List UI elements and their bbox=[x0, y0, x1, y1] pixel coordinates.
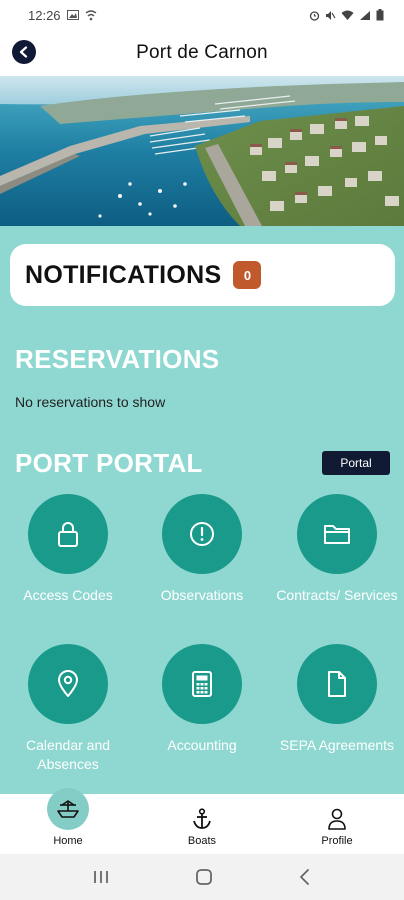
tile-circle bbox=[162, 494, 242, 574]
reservations-title: RESERVATIONS bbox=[15, 344, 220, 374]
tile-contracts-services[interactable]: Contracts/ Services bbox=[272, 494, 402, 605]
status-right bbox=[309, 9, 384, 21]
alert-circle-icon bbox=[190, 522, 214, 546]
mute-icon bbox=[326, 10, 336, 20]
alarm-icon bbox=[309, 10, 320, 21]
tile-calendar-absences[interactable]: Calendar and Absences bbox=[3, 644, 133, 774]
wifi-icon bbox=[341, 10, 354, 20]
app-header: Port de Carnon bbox=[0, 30, 404, 76]
lock-icon bbox=[58, 522, 78, 547]
tile-label: Accounting bbox=[167, 737, 237, 753]
tile-accounting[interactable]: Accounting bbox=[137, 644, 267, 755]
chevron-left-icon bbox=[19, 46, 28, 58]
boat-home-icon bbox=[57, 800, 79, 818]
back-system-icon[interactable] bbox=[298, 868, 312, 886]
main-content: NOTIFICATIONS 0 RESERVATIONS No reservat… bbox=[0, 226, 404, 794]
anchor-icon bbox=[193, 808, 211, 829]
harbour-photo bbox=[0, 76, 404, 226]
calculator-icon bbox=[192, 671, 212, 697]
tile-label: SEPA Agreements bbox=[279, 737, 395, 753]
tile-label: Observations bbox=[160, 587, 244, 603]
tile-sepa-agreements[interactable]: SEPA Agreements bbox=[272, 644, 402, 755]
nav-icon-wrap bbox=[190, 807, 214, 831]
tile-circle bbox=[297, 494, 377, 574]
document-icon bbox=[328, 671, 346, 697]
status-left: 12:26 bbox=[28, 8, 97, 23]
wifi-call-icon bbox=[85, 9, 96, 20]
folder-icon bbox=[324, 525, 350, 544]
tile-circle bbox=[297, 644, 377, 724]
portal-button[interactable]: Portal bbox=[322, 451, 390, 475]
nav-label-home: Home bbox=[53, 835, 83, 847]
battery-icon bbox=[376, 9, 384, 21]
system-nav-bar bbox=[0, 854, 404, 900]
notifications-title: NOTIFICATIONS bbox=[25, 260, 222, 289]
tile-access-codes[interactable]: Access Codes bbox=[3, 494, 133, 605]
reservations-empty-text: No reservations to show bbox=[15, 394, 166, 410]
nav-icon-wrap bbox=[325, 807, 349, 831]
port-portal-title: PORT PORTAL bbox=[15, 448, 203, 478]
notifications-card[interactable]: NOTIFICATIONS 0 bbox=[10, 244, 395, 306]
tile-label: Access Codes bbox=[23, 587, 113, 603]
bottom-nav: Home Boats Profile bbox=[0, 788, 404, 854]
nav-active-indicator bbox=[47, 788, 89, 830]
tile-circle bbox=[28, 644, 108, 724]
home-system-icon[interactable] bbox=[195, 868, 213, 886]
map-pin-icon bbox=[58, 670, 78, 697]
tile-circle bbox=[28, 494, 108, 574]
tile-label: Calendar and Absences bbox=[25, 737, 111, 772]
tile-label: Contracts/ Services bbox=[276, 587, 398, 603]
status-time: 12:26 bbox=[28, 7, 61, 23]
image-notification-icon bbox=[66, 10, 79, 20]
nav-item-boats[interactable]: Boats bbox=[162, 794, 242, 854]
back-button[interactable] bbox=[12, 40, 36, 64]
nav-item-profile[interactable]: Profile bbox=[297, 794, 377, 854]
nav-item-home[interactable]: Home bbox=[28, 788, 108, 854]
nav-label-boats: Boats bbox=[187, 835, 217, 847]
page-title: Port de Carnon bbox=[136, 42, 268, 63]
signal-icon bbox=[360, 10, 370, 20]
notifications-count-badge: 0 bbox=[233, 261, 262, 289]
tile-circle bbox=[162, 644, 242, 724]
status-bar: 12:26 bbox=[0, 0, 404, 30]
user-icon bbox=[328, 808, 346, 830]
nav-label-profile: Profile bbox=[321, 835, 353, 847]
recent-apps-icon[interactable] bbox=[92, 869, 110, 885]
tile-observations[interactable]: Observations bbox=[137, 494, 267, 605]
